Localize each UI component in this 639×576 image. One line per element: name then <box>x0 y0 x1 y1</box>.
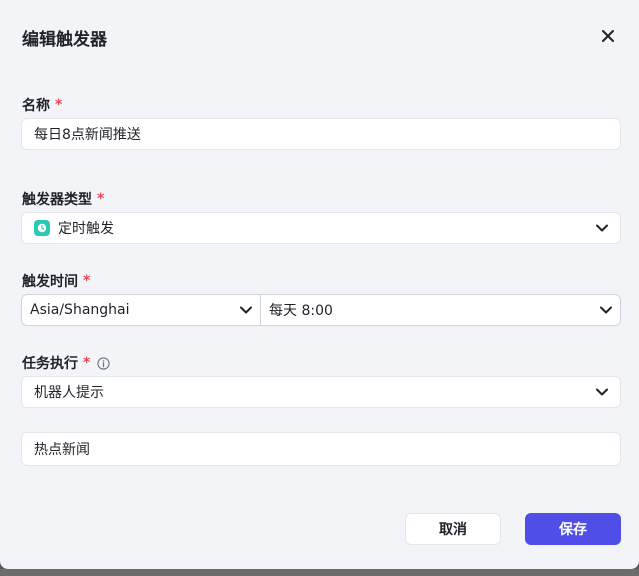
task-label: 任务执行 * <box>22 353 110 373</box>
schedule-select[interactable]: 每天 8:00 <box>261 294 621 326</box>
timezone-select[interactable]: Asia/Shanghai <box>21 294 261 326</box>
name-label-text: 名称 <box>22 98 50 114</box>
clock-icon <box>34 220 50 236</box>
chevron-down-icon <box>240 302 252 318</box>
required-mark: * <box>83 273 91 289</box>
prompt-input-value: 热点新闻 <box>34 442 90 458</box>
name-label: 名称 * <box>22 95 62 115</box>
trigger-time-label-text: 触发时间 <box>22 274 78 290</box>
trigger-time-label: 触发时间 * <box>22 271 90 291</box>
trigger-type-selected: 定时触发 <box>34 218 114 238</box>
schedule-value: 每天 8:00 <box>269 303 333 319</box>
task-label-text: 任务执行 <box>22 356 78 372</box>
dialog-title: 编辑触发器 <box>22 30 107 50</box>
chevron-down-icon <box>600 302 612 318</box>
task-value: 机器人提示 <box>34 385 104 401</box>
required-mark: * <box>83 355 91 371</box>
info-icon[interactable] <box>97 356 110 370</box>
required-mark: * <box>55 97 63 113</box>
name-input[interactable]: 每日8点新闻推送 <box>21 118 621 150</box>
close-icon <box>602 30 614 42</box>
background-overlay <box>0 569 639 576</box>
trigger-type-label-text: 触发器类型 <box>22 192 92 208</box>
timezone-value: Asia/Shanghai <box>30 302 130 318</box>
cancel-button[interactable]: 取消 <box>405 513 501 545</box>
prompt-input[interactable]: 热点新闻 <box>21 432 621 466</box>
chevron-down-icon <box>596 224 608 232</box>
edit-trigger-dialog: 编辑触发器 名称 * 每日8点新闻推送 触发器类型 * 定时触发 触发时间 * … <box>0 0 639 569</box>
close-button[interactable] <box>596 24 620 48</box>
trigger-type-value: 定时触发 <box>58 221 114 237</box>
save-button[interactable]: 保存 <box>525 513 621 545</box>
task-select[interactable]: 机器人提示 <box>21 376 621 408</box>
required-mark: * <box>97 191 105 207</box>
chevron-down-icon <box>596 388 608 396</box>
name-input-value: 每日8点新闻推送 <box>34 127 141 143</box>
trigger-type-select[interactable]: 定时触发 <box>21 212 621 244</box>
trigger-type-label: 触发器类型 * <box>22 189 104 209</box>
